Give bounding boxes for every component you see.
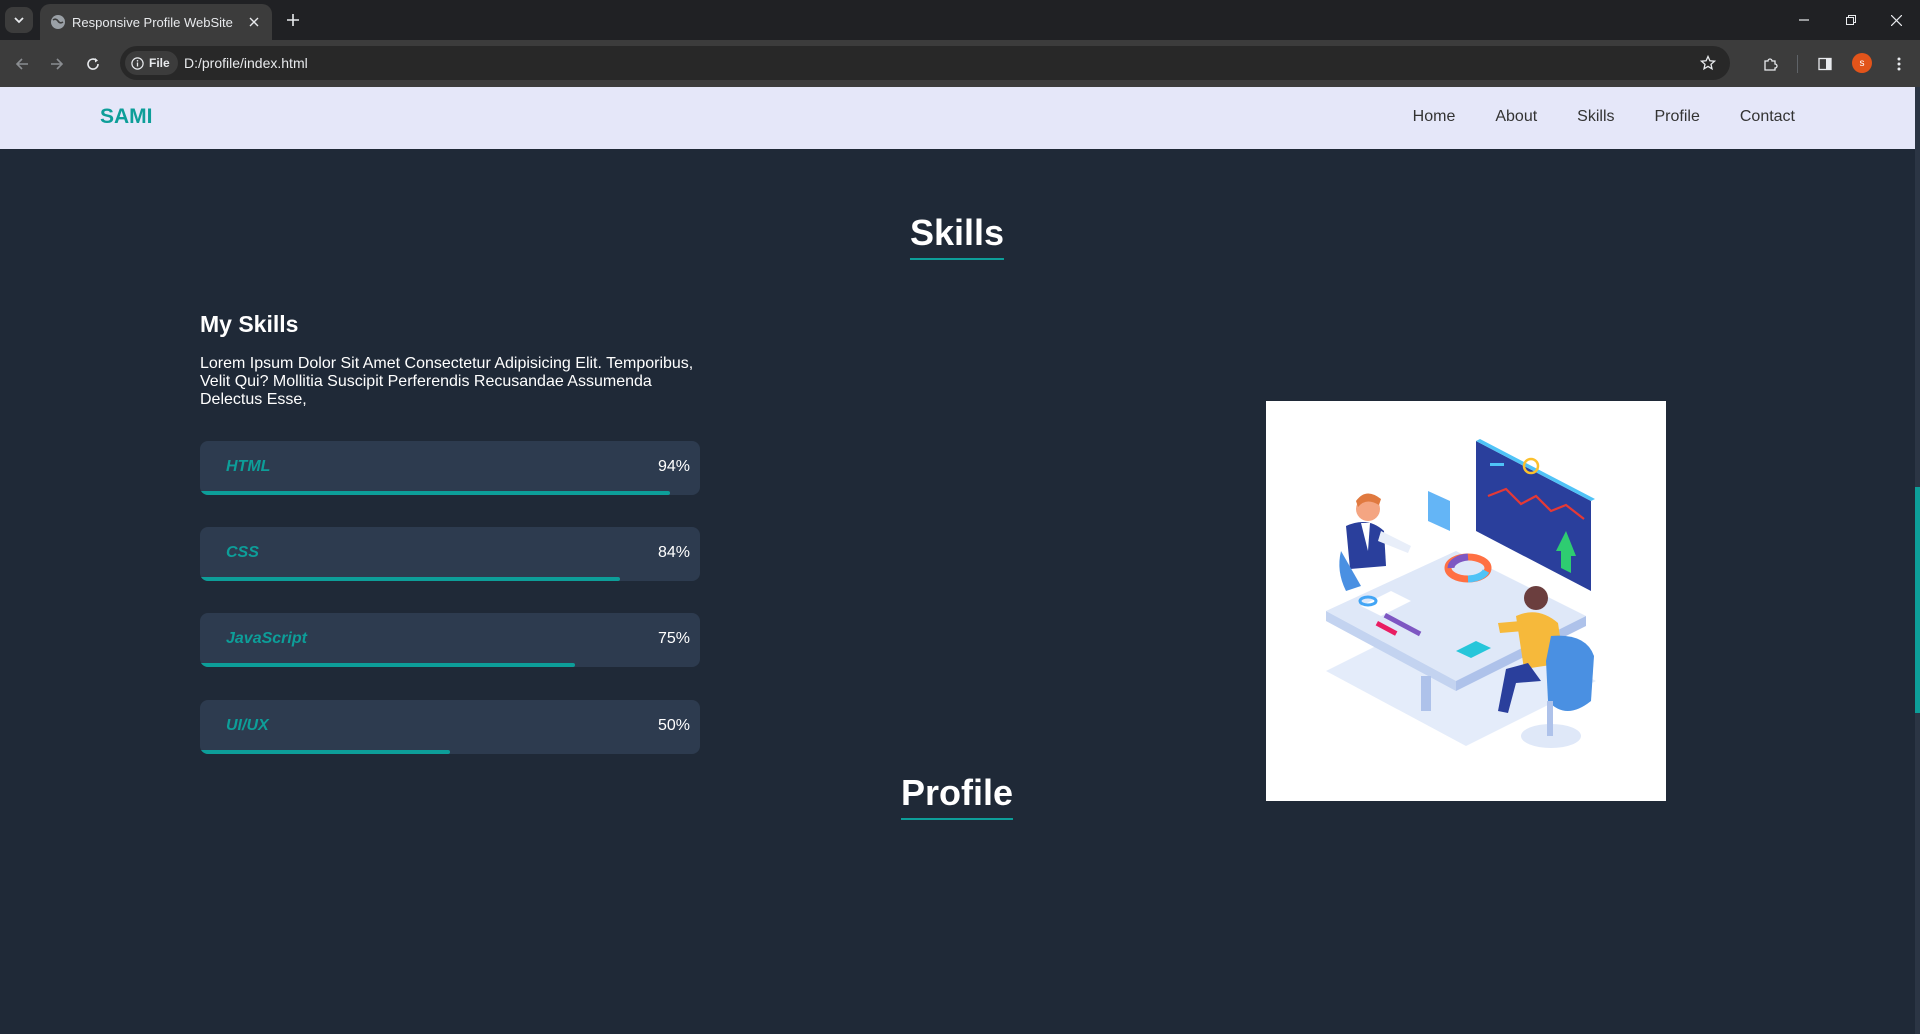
forward-button[interactable]: [44, 51, 70, 77]
my-skills-description: Lorem Ipsum Dolor Sit Amet Consectetur A…: [200, 355, 694, 408]
nav-link-profile[interactable]: Profile: [1655, 108, 1700, 126]
browser-menu-button[interactable]: [1886, 51, 1912, 77]
info-icon: [131, 56, 144, 70]
arrow-left-icon: [15, 58, 28, 70]
star-icon: [1700, 55, 1716, 71]
chevron-down-icon: [14, 17, 24, 24]
skill-progress-bar: [200, 750, 450, 754]
nav-link-about[interactable]: About: [1495, 108, 1537, 126]
skill-name: HTML: [226, 458, 271, 475]
arrow-right-icon: [51, 58, 64, 70]
skill-percent: 75%: [657, 630, 690, 647]
skill-name: UI/UX: [226, 717, 269, 734]
team-meeting-illustration: [1326, 439, 1596, 748]
minimize-button[interactable]: [1791, 8, 1817, 32]
profile-section-title: Profile: [900, 772, 1014, 820]
page-viewport: SAMI Home About Skills Profile Contact S…: [0, 87, 1920, 1034]
scrollbar-thumb[interactable]: [1915, 487, 1920, 713]
plus-icon: [287, 14, 299, 26]
close-icon: [1890, 14, 1902, 26]
browser-tab-bar: Responsive Profile WebSite: [0, 0, 1920, 40]
skill-percent: 94%: [657, 458, 690, 475]
skills-illustration: [1266, 401, 1666, 801]
side-panel-icon: [1818, 57, 1832, 71]
nav-link-home[interactable]: Home: [1413, 108, 1456, 126]
site-chip-label: File: [149, 56, 170, 70]
tab-search-button[interactable]: [5, 7, 33, 33]
skill-card-uiux: UI/UX 50%: [200, 700, 700, 754]
reload-icon: [87, 58, 99, 70]
toolbar-separator: [1797, 55, 1798, 73]
minimize-icon: [1799, 19, 1809, 21]
restore-icon: [1846, 15, 1856, 25]
back-button[interactable]: [9, 51, 35, 77]
skill-percent: 84%: [657, 544, 690, 561]
skill-card-javascript: JavaScript 75%: [200, 613, 700, 667]
skill-name: CSS: [226, 544, 259, 561]
url-text: D:/profile/index.html: [184, 55, 308, 71]
extensions-button[interactable]: [1758, 51, 1784, 77]
nav-link-skills[interactable]: Skills: [1577, 108, 1614, 126]
my-skills-heading: My Skills: [200, 311, 299, 337]
page-scrollbar[interactable]: [1915, 87, 1920, 1034]
tab-title: Responsive Profile WebSite: [72, 15, 233, 30]
site-header: SAMI Home About Skills Profile Contact: [0, 87, 1915, 149]
skill-progress-bar: [200, 577, 620, 581]
skills-section-title: Skills: [909, 212, 1005, 260]
nav-link-contact[interactable]: Contact: [1740, 108, 1795, 126]
restore-button[interactable]: [1838, 8, 1864, 32]
kebab-menu-icon: [1897, 57, 1901, 71]
close-window-button[interactable]: [1883, 8, 1909, 32]
profile-avatar[interactable]: s: [1852, 53, 1872, 73]
site-info-chip[interactable]: File: [125, 51, 178, 75]
address-bar[interactable]: File D:/profile/index.html: [120, 46, 1730, 80]
main-nav: Home About Skills Profile Contact: [1413, 108, 1795, 126]
skill-card-html: HTML 94%: [200, 441, 700, 495]
globe-icon: [51, 15, 65, 29]
skill-percent: 50%: [657, 717, 690, 734]
skill-progress-bar: [200, 491, 670, 495]
browser-tab-active[interactable]: Responsive Profile WebSite: [40, 4, 272, 40]
close-tab-button[interactable]: [244, 12, 264, 32]
bookmark-button[interactable]: [1696, 51, 1720, 75]
new-tab-button[interactable]: [282, 9, 304, 31]
reload-button[interactable]: [80, 51, 106, 77]
site-logo[interactable]: SAMI: [100, 105, 153, 129]
close-icon: [249, 17, 259, 27]
skill-card-css: CSS 84%: [200, 527, 700, 581]
puzzle-icon: [1764, 58, 1778, 71]
side-panel-button[interactable]: [1812, 51, 1838, 77]
skill-name: JavaScript: [226, 630, 307, 647]
skill-progress-bar: [200, 663, 575, 667]
browser-toolbar: File D:/profile/index.html s: [0, 40, 1920, 87]
